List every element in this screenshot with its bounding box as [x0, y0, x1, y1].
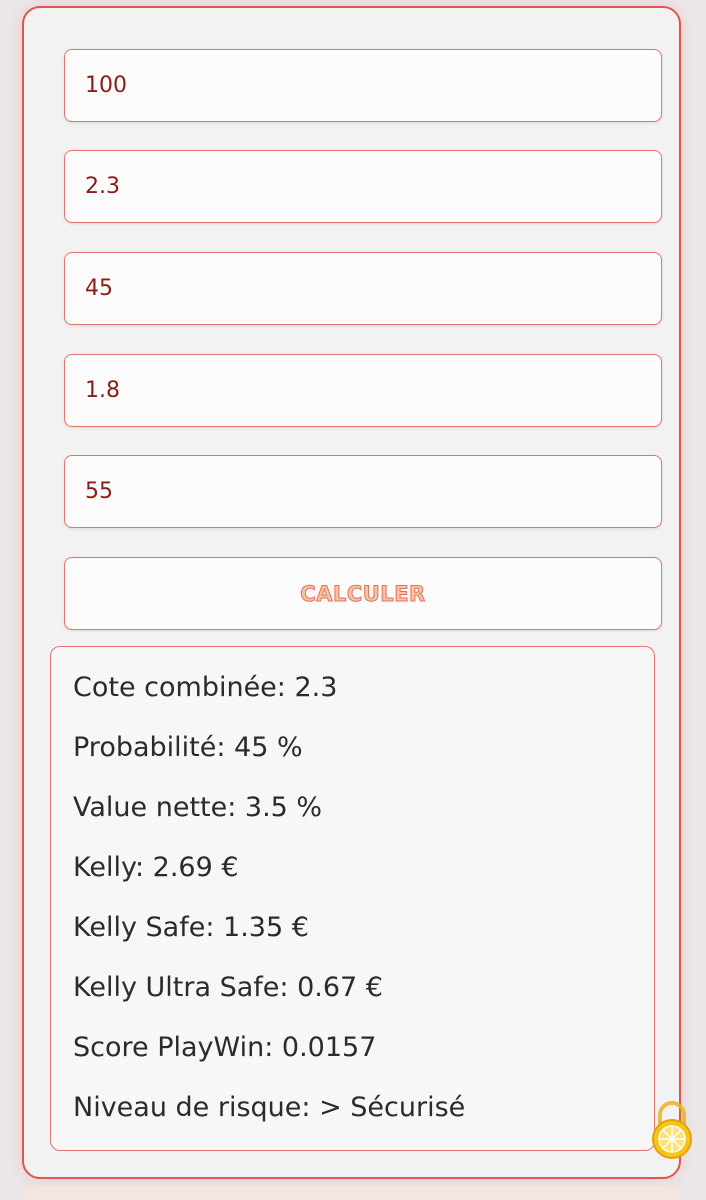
stake-input[interactable] — [64, 49, 662, 122]
lock-icon[interactable] — [648, 1095, 696, 1159]
result-probability: Probabilité: 45 % — [73, 732, 303, 763]
result-kelly-safe: Kelly Safe: 1.35 € — [73, 912, 309, 943]
calculate-button-label: CALCULER — [300, 581, 426, 606]
odds-input-1[interactable] — [64, 150, 662, 223]
result-risk-level: Niveau de risque: > Sécurisé — [73, 1092, 466, 1123]
result-kelly-ultra-safe: Kelly Ultra Safe: 0.67 € — [73, 972, 383, 1003]
result-kelly: Kelly: 2.69 € — [73, 852, 239, 883]
result-playwin-score: Score PlayWin: 0.0157 — [73, 1032, 377, 1063]
results-panel: Cote combinée: 2.3 Probabilité: 45 % Val… — [50, 646, 655, 1151]
calculate-button[interactable]: CALCULER — [64, 557, 662, 630]
result-combined-odds: Cote combinée: 2.3 — [73, 672, 338, 703]
result-net-value: Value nette: 3.5 % — [73, 792, 323, 823]
next-card-edge — [22, 1186, 681, 1200]
probability-input-2[interactable] — [64, 455, 662, 528]
probability-input-1[interactable] — [64, 252, 662, 325]
odds-input-2[interactable] — [64, 354, 662, 427]
